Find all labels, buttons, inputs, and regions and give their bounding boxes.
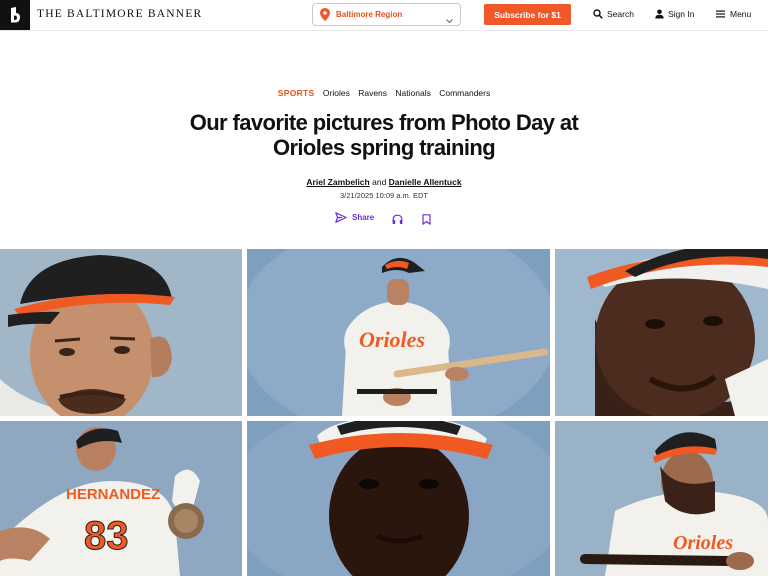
title-line-1: Our favorite pictures from Photo Day at: [189, 110, 579, 135]
brand-name[interactable]: THE BALTIMORE BANNER: [37, 8, 202, 20]
tag-ravens[interactable]: Ravens: [358, 88, 387, 98]
byline-and: and: [372, 177, 387, 187]
tag-nationals[interactable]: Nationals: [395, 88, 430, 98]
site-header: THE BALTIMORE BANNER Baltimore Region Su…: [0, 0, 768, 31]
tag-sports[interactable]: SPORTS: [278, 88, 315, 98]
author-link-1[interactable]: Ariel Zambelich: [306, 177, 369, 187]
publish-date: 3/21/2025 10:09 a.m. EDT: [340, 191, 428, 200]
send-icon: [335, 212, 347, 223]
menu-label: Menu: [730, 9, 752, 19]
photo-player-front-portrait[interactable]: [247, 421, 550, 576]
subscribe-button[interactable]: Subscribe for $1: [484, 4, 571, 25]
bookmark-icon: [422, 214, 431, 225]
jersey-script: Orioles: [359, 327, 425, 352]
jersey-number: 83: [84, 514, 129, 558]
jersey-script: Orioles: [673, 532, 733, 554]
user-icon: [655, 9, 664, 19]
hamburger-menu-icon: [716, 10, 725, 18]
byline: Ariel Zambelich and Danielle Allentuck: [0, 177, 768, 187]
map-pin-icon: [320, 8, 330, 26]
tag-commanders[interactable]: Commanders: [439, 88, 490, 98]
listen-button[interactable]: [392, 212, 403, 230]
search-button[interactable]: Search: [593, 9, 634, 19]
article-actions: Share: [335, 212, 435, 226]
share-label: Share: [352, 213, 375, 222]
photo-player-portrait[interactable]: [555, 249, 768, 416]
menu-button[interactable]: Menu: [716, 9, 751, 19]
photo-pitcher-closeup[interactable]: [0, 249, 242, 416]
search-label: Search: [607, 9, 634, 19]
photo-player-with-bat[interactable]: Orioles: [555, 421, 768, 576]
tag-orioles[interactable]: Orioles: [323, 88, 350, 98]
photo-batter-swing[interactable]: Orioles: [247, 249, 550, 416]
search-icon: [593, 9, 603, 19]
section-tags: SPORTS Orioles Ravens Nationals Commande…: [0, 88, 768, 98]
save-button[interactable]: [422, 212, 431, 230]
sign-in-button[interactable]: Sign In: [655, 9, 694, 19]
chevron-down-icon: [446, 11, 453, 29]
region-label: Baltimore Region: [336, 10, 403, 19]
share-button[interactable]: Share: [335, 212, 374, 223]
jersey-name: HERNANDEZ: [66, 486, 160, 503]
banner-logo-icon[interactable]: [0, 0, 30, 30]
region-select[interactable]: Baltimore Region: [312, 3, 461, 26]
author-link-2[interactable]: Danielle Allentuck: [389, 177, 462, 187]
article-title: Our favorite pictures from Photo Day at …: [150, 110, 618, 160]
title-line-2: Orioles spring training: [272, 135, 496, 160]
headphones-icon: [392, 214, 403, 224]
photo-hernandez-pitching[interactable]: HERNANDEZ 83: [0, 421, 242, 576]
sign-in-label: Sign In: [668, 9, 695, 19]
